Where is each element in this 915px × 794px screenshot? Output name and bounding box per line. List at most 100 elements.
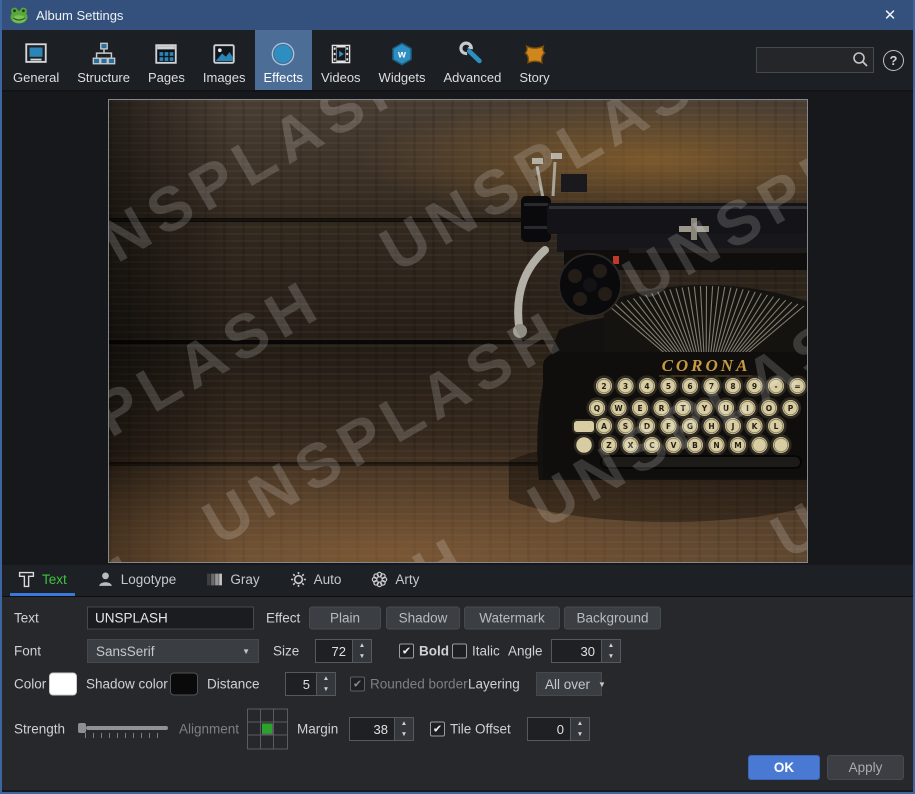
layering-dropdown[interactable]: All over ▼ — [536, 672, 602, 696]
subtab-auto[interactable]: Auto — [282, 565, 350, 596]
distance-value: 5 — [286, 673, 316, 695]
tab-label: Pages — [148, 70, 185, 85]
distance-stepper[interactable]: 5 ▲▼ — [285, 672, 336, 696]
subtab-label: Gray — [230, 572, 259, 587]
text-effect-controls: Text Effect Plain Shadow Watermark Backg… — [2, 597, 913, 790]
layering-value: All over — [545, 677, 590, 692]
text-color-swatch[interactable] — [49, 673, 77, 696]
tab-widgets[interactable]: w Widgets — [370, 30, 435, 90]
alignment-grid[interactable] — [247, 709, 288, 750]
effect-plain-button[interactable]: Plain — [309, 607, 381, 630]
offset-stepper[interactable]: 0 ▲▼ — [527, 717, 590, 741]
color-label: Color — [14, 677, 46, 692]
alignment-label: Alignment — [179, 722, 239, 737]
tab-images[interactable]: Images — [194, 30, 255, 90]
shadow-color-swatch[interactable] — [170, 673, 198, 696]
person-stamp-icon — [97, 571, 114, 588]
align-cell[interactable] — [274, 723, 287, 736]
tab-label: Widgets — [379, 70, 426, 85]
monitor-icon — [23, 41, 49, 67]
org-chart-icon — [91, 41, 117, 67]
tab-general[interactable]: General — [4, 30, 68, 90]
offset-label: Offset — [475, 722, 511, 737]
subtab-logotype[interactable]: Logotype — [89, 565, 185, 596]
align-cell[interactable] — [261, 710, 274, 723]
offset-value: 0 — [528, 718, 570, 740]
spin-up-icon[interactable]: ▲ — [317, 673, 335, 684]
size-stepper[interactable]: 72 ▲▼ — [315, 639, 372, 663]
auto-sun-icon — [290, 571, 307, 588]
strength-label: Strength — [14, 722, 65, 737]
slider-handle[interactable] — [78, 723, 86, 733]
align-cell[interactable] — [248, 723, 261, 736]
widgets-hexagon-icon: w — [389, 41, 415, 67]
subtab-text[interactable]: Text — [10, 565, 75, 596]
spin-down-icon[interactable]: ▼ — [571, 729, 589, 740]
chevron-down-icon: ▼ — [598, 680, 606, 689]
margin-value: 38 — [350, 718, 394, 740]
spin-down-icon[interactable]: ▼ — [602, 651, 620, 662]
search-box — [756, 47, 874, 73]
close-button[interactable]: ✕ — [867, 0, 913, 30]
tab-videos[interactable]: Videos — [312, 30, 370, 90]
align-cell[interactable] — [274, 736, 287, 749]
effect-shadow-button[interactable]: Shadow — [386, 607, 460, 630]
align-cell[interactable] — [274, 710, 287, 723]
align-cell[interactable] — [261, 736, 274, 749]
tile-checkbox[interactable] — [430, 722, 445, 737]
gray-gradient-icon — [206, 571, 223, 588]
subtab-gray[interactable]: Gray — [198, 565, 267, 596]
tab-label: Advanced — [444, 70, 502, 85]
rounded-border-checkbox — [350, 677, 365, 692]
text-T-icon — [18, 571, 35, 588]
bold-label: Bold — [419, 644, 449, 659]
spin-down-icon[interactable]: ▼ — [353, 651, 371, 662]
spin-up-icon[interactable]: ▲ — [353, 640, 371, 651]
spin-up-icon[interactable]: ▲ — [602, 640, 620, 651]
angle-stepper[interactable]: 30 ▲▼ — [551, 639, 621, 663]
font-dropdown[interactable]: SansSerif ▼ — [87, 639, 259, 663]
title-bar: Album Settings ✕ — [2, 0, 913, 30]
slider-ticks — [85, 733, 165, 738]
spin-up-icon[interactable]: ▲ — [395, 718, 413, 729]
effect-background-button[interactable]: Background — [564, 607, 661, 630]
tab-advanced[interactable]: Advanced — [435, 30, 511, 90]
tab-structure[interactable]: Structure — [68, 30, 139, 90]
leather-story-icon — [522, 41, 548, 67]
ok-button[interactable]: OK — [748, 755, 820, 780]
italic-checkbox[interactable] — [452, 644, 467, 659]
spin-down-icon[interactable]: ▼ — [317, 684, 335, 695]
album-settings-dialog: Album Settings ✕ General Structure — [0, 0, 915, 794]
align-selected-dot — [262, 723, 273, 734]
spin-up-icon[interactable]: ▲ — [571, 718, 589, 729]
subtab-arty[interactable]: Arty — [363, 565, 427, 596]
subtab-label: Arty — [395, 572, 419, 587]
angle-label: Angle — [508, 644, 543, 659]
search-icon[interactable] — [852, 51, 869, 68]
tab-story[interactable]: Story — [510, 30, 558, 90]
strength-slider[interactable] — [78, 719, 168, 739]
effect-label: Effect — [266, 611, 300, 626]
film-strip-icon — [328, 41, 354, 67]
bold-checkbox[interactable] — [399, 644, 414, 659]
align-cell-selected[interactable] — [261, 723, 274, 736]
tab-pages[interactable]: Pages — [139, 30, 194, 90]
tab-label: Story — [519, 70, 549, 85]
row-color: Color Shadow color Distance 5 ▲▼ Rounded… — [2, 671, 913, 697]
watermark-text-input[interactable] — [87, 607, 254, 630]
tab-label: Images — [203, 70, 246, 85]
distance-label: Distance — [207, 677, 260, 692]
apply-button[interactable]: Apply — [827, 755, 904, 780]
spin-down-icon[interactable]: ▼ — [395, 729, 413, 740]
align-cell[interactable] — [248, 710, 261, 723]
help-icon[interactable]: ? — [883, 50, 904, 71]
preview-photo: CORONA 23456789-=QWERTYUIOPASDFGHJKLZXCV… — [108, 99, 808, 563]
slider-track[interactable] — [86, 726, 168, 730]
margin-stepper[interactable]: 38 ▲▼ — [349, 717, 414, 741]
tab-effects[interactable]: Effects — [255, 30, 313, 90]
font-label: Font — [14, 644, 41, 659]
size-value: 72 — [316, 640, 352, 662]
effect-watermark-button[interactable]: Watermark — [464, 607, 560, 630]
align-cell[interactable] — [248, 736, 261, 749]
row-text-effect: Text Effect Plain Shadow Watermark Backg… — [2, 605, 913, 631]
